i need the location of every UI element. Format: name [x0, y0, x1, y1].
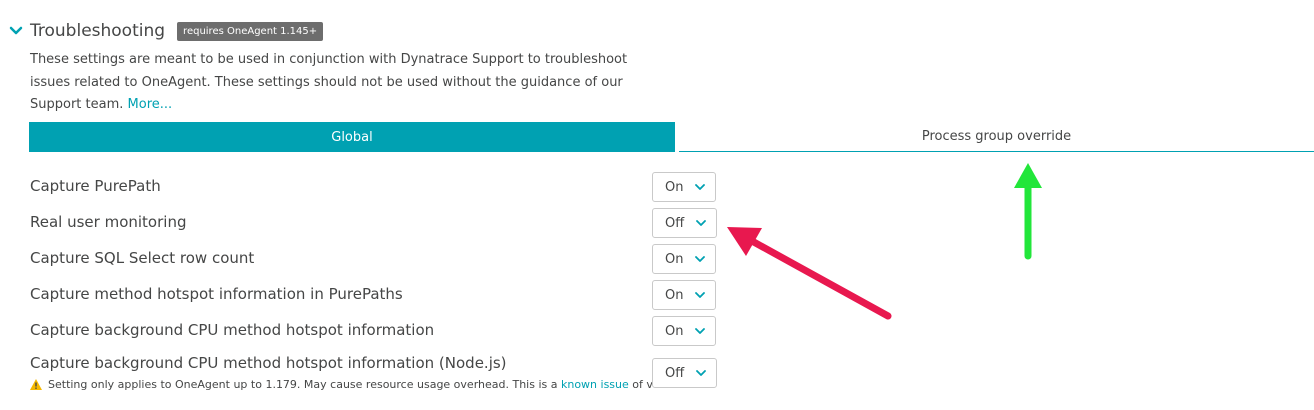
- green-arrow-icon: [1014, 163, 1042, 260]
